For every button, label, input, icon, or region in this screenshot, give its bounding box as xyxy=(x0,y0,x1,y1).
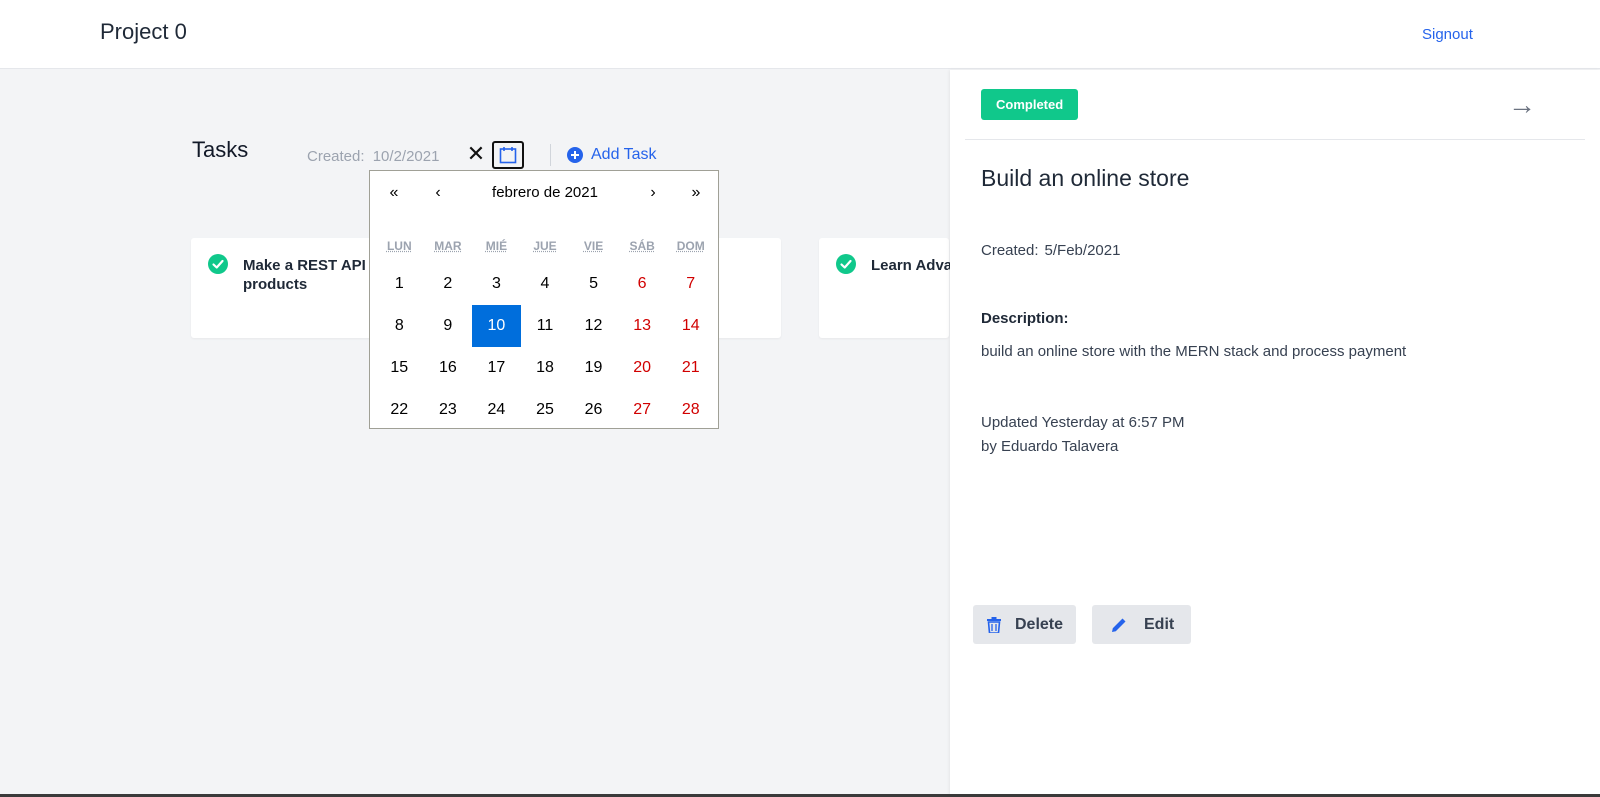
calendar-day[interactable]: 2 xyxy=(424,263,473,305)
calendar-day[interactable]: 16 xyxy=(424,347,473,389)
calendar-day[interactable]: 17 xyxy=(472,347,521,389)
day-grid: 1 2 3 4 5 6 7 8 9 10 11 12 13 14 15 16 17 18 19 20 21 22 23 24 2… xyxy=(375,263,715,431)
weekday-label: MIÉ xyxy=(485,239,508,253)
created-date-filter[interactable]: Created: 10/2/2021 xyxy=(307,148,439,165)
created-value: 5/Feb/2021 xyxy=(1044,242,1121,259)
task-card-title: Make a REST API products xyxy=(243,257,366,293)
weekday-label: JUE xyxy=(533,239,557,253)
calendar-day[interactable]: 12 xyxy=(569,305,618,347)
weekday-label: SÁB xyxy=(629,239,655,253)
calendar-day[interactable]: 3 xyxy=(472,263,521,305)
calendar-day[interactable]: 18 xyxy=(521,347,570,389)
calendar-day[interactable]: 27 xyxy=(618,389,667,431)
created-filter-label: Created: xyxy=(307,148,365,165)
status-badge: Completed xyxy=(981,89,1079,120)
weekday-label: LUN xyxy=(386,239,412,253)
month-year-label[interactable]: febrero de 2021 xyxy=(420,184,670,201)
weekday-label: DOM xyxy=(676,239,705,253)
updated-by: by Eduardo Talavera xyxy=(981,438,1119,455)
calendar-day[interactable]: 26 xyxy=(569,389,618,431)
calendar-day[interactable]: 25 xyxy=(521,389,570,431)
date-picker-popup: « ‹ febrero de 2021 › » LUN MAR MIÉ JUE VIE S… xyxy=(369,170,719,429)
weekday-label: VIE xyxy=(583,239,604,253)
clear-date-icon[interactable]: ✕ xyxy=(466,143,486,165)
calendar-day[interactable]: 20 xyxy=(618,347,667,389)
add-task-button[interactable]: Add Task xyxy=(567,146,657,164)
calendar-day[interactable]: 7 xyxy=(666,263,715,305)
task-card-title: Learn Adva xyxy=(871,257,951,274)
calendar-day[interactable]: 11 xyxy=(521,305,570,347)
calendar-day[interactable]: 22 xyxy=(375,389,424,431)
calendar-day[interactable]: 21 xyxy=(666,347,715,389)
delete-label: Delete xyxy=(1015,615,1064,633)
calendar-day[interactable]: 10 xyxy=(472,305,521,347)
task-title: Build an online store xyxy=(981,165,1190,191)
calendar-day[interactable]: 4 xyxy=(521,263,570,305)
trash-icon xyxy=(987,616,1001,633)
weekday-label: MAR xyxy=(434,239,462,253)
delete-button[interactable]: Delete xyxy=(973,605,1076,644)
tasks-heading: Tasks xyxy=(192,137,249,162)
task-detail-panel: Completed → Build an online store Create… xyxy=(950,70,1600,797)
next-year-button[interactable]: » xyxy=(686,184,706,202)
calendar-day[interactable]: 6 xyxy=(618,263,667,305)
prev-year-button[interactable]: « xyxy=(384,184,404,202)
edit-button[interactable]: Edit xyxy=(1092,605,1191,644)
edit-label: Edit xyxy=(1144,615,1175,633)
calendar-day[interactable]: 19 xyxy=(569,347,618,389)
updated-time: Updated Yesterday at 6:57 PM xyxy=(981,414,1185,431)
next-month-button[interactable]: › xyxy=(643,184,663,202)
calendar-toggle-button[interactable] xyxy=(492,141,524,169)
calendar-day[interactable]: 15 xyxy=(375,347,424,389)
calendar-day[interactable]: 13 xyxy=(618,305,667,347)
app-title: Project 0 xyxy=(100,19,187,44)
task-card[interactable]: Learn Adva xyxy=(819,238,951,338)
weekday-header: LUN MAR MIÉ JUE VIE SÁB DOM xyxy=(375,239,715,253)
calendar-day[interactable]: 14 xyxy=(666,305,715,347)
created-label: Created: xyxy=(981,242,1039,259)
description-text: build an online store with the MERN stac… xyxy=(981,343,1407,360)
created-filter-value[interactable]: 10/2/2021 xyxy=(373,148,440,165)
calendar-day[interactable]: 5 xyxy=(569,263,618,305)
arrow-right-icon[interactable]: → xyxy=(1508,90,1536,120)
add-task-label: Add Task xyxy=(591,146,657,163)
top-navbar: Project 0 Signout xyxy=(0,0,1600,69)
check-circle-icon xyxy=(208,254,228,274)
check-circle-icon xyxy=(836,254,856,274)
calendar-day[interactable]: 8 xyxy=(375,305,424,347)
calendar-day[interactable]: 24 xyxy=(472,389,521,431)
calendar-day[interactable]: 23 xyxy=(424,389,473,431)
calendar-icon xyxy=(499,147,517,164)
pencil-icon xyxy=(1112,618,1126,632)
calendar-day[interactable]: 28 xyxy=(666,389,715,431)
divider xyxy=(550,144,551,166)
calendar-day[interactable]: 1 xyxy=(375,263,424,305)
description-label: Description: xyxy=(981,310,1069,327)
plus-circle-icon xyxy=(567,147,583,163)
task-created: Created: 5/Feb/2021 xyxy=(981,242,1120,259)
signout-link[interactable]: Signout xyxy=(1422,26,1473,43)
divider xyxy=(965,139,1585,140)
calendar-day[interactable]: 9 xyxy=(424,305,473,347)
